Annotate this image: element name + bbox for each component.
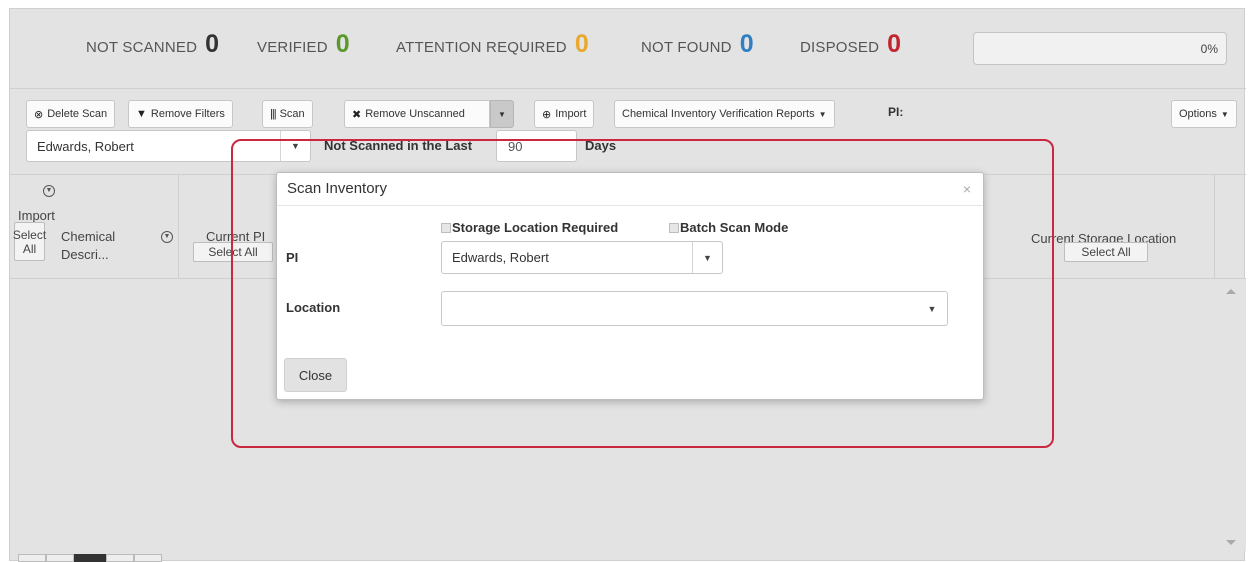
scan-progress-label: 0% xyxy=(1200,42,1218,56)
column-separator xyxy=(1214,175,1215,278)
import-label: Import xyxy=(555,108,587,120)
x-icon: ✖ xyxy=(352,108,362,121)
remove-filters-button[interactable]: ▼ Remove Filters xyxy=(128,100,233,128)
scroll-down-icon[interactable] xyxy=(1226,540,1236,545)
select-all-storage-button[interactable]: Select All xyxy=(1064,242,1148,262)
caret-down-icon: ▼ xyxy=(1220,109,1229,119)
remove-unscanned-button[interactable]: ✖ Remove Unscanned xyxy=(344,100,490,128)
stat-attention-required: ATTENTION REQUIRED 0 xyxy=(396,32,589,57)
select-all-pi-label: Select All xyxy=(208,245,258,259)
scan-button[interactable]: ||| Scan xyxy=(262,100,313,128)
remove-unscanned-dropdown[interactable]: ▼ xyxy=(490,100,514,128)
batch-scan-mode-checkbox[interactable]: Batch Scan Mode xyxy=(669,220,788,235)
filter-icon[interactable]: ▼ xyxy=(161,231,173,243)
close-button[interactable]: Close xyxy=(284,358,347,392)
options-label: Options xyxy=(1179,108,1217,120)
stat-not-found: NOT FOUND 0 xyxy=(641,32,754,57)
scan-inventory-modal: Scan Inventory × Storage Location Requir… xyxy=(276,172,984,400)
circle-x-icon: ⊗ xyxy=(34,108,44,121)
not-scanned-in-last-label: Not Scanned in the Last xyxy=(324,138,473,153)
col-chemical-label: Chemical xyxy=(61,229,116,244)
stat-verified-count: 0 xyxy=(335,30,350,58)
days-input-value: 90 xyxy=(508,138,523,154)
select-all-storage-label: Select All xyxy=(1081,245,1131,259)
pi-select[interactable]: Edwards, Robert ▼ xyxy=(26,130,311,162)
scan-progress-bar: 0% xyxy=(973,32,1227,65)
stat-attention-label: ATTENTION REQUIRED xyxy=(396,39,567,56)
delete-scan-label: Delete Scan xyxy=(47,108,108,120)
column-separator xyxy=(178,175,179,278)
all-label: All xyxy=(22,241,37,256)
pi-toolbar-label: PI: xyxy=(888,105,904,119)
stat-not-scanned-label: NOT SCANNED xyxy=(86,39,198,56)
caret-down-icon: ▼ xyxy=(692,242,722,273)
col-import-label: Import xyxy=(18,208,55,223)
storage-location-required-label: Storage Location Required xyxy=(452,220,619,235)
select-label: Select xyxy=(12,227,47,242)
caret-down-icon: ▼ xyxy=(498,109,506,119)
modal-title: Scan Inventory xyxy=(287,180,388,197)
stat-not-scanned-count: 0 xyxy=(205,30,220,58)
remove-unscanned-label: Remove Unscanned xyxy=(365,108,465,120)
upload-circle-icon: ⊕ xyxy=(542,108,552,121)
select-all-import-button[interactable]: Select All xyxy=(12,222,47,261)
filter-icon: ▼ xyxy=(136,108,147,120)
scroll-up-icon[interactable] xyxy=(1226,289,1236,294)
import-button[interactable]: ⊕ Import xyxy=(534,100,595,128)
stat-not-found-count: 0 xyxy=(739,30,754,58)
delete-scan-button[interactable]: ⊗ Delete Scan xyxy=(26,100,116,128)
days-label: Days xyxy=(585,138,617,153)
close-button-label: Close xyxy=(298,367,333,383)
scan-label: Scan xyxy=(279,108,305,120)
vertical-scrollbar[interactable] xyxy=(1217,279,1246,551)
filter-icon[interactable]: ▼ xyxy=(43,185,55,197)
batch-scan-mode-label: Batch Scan Mode xyxy=(680,220,789,235)
select-all-pi-button[interactable]: Select All xyxy=(193,242,273,262)
stat-disposed: DISPOSED 0 xyxy=(800,32,901,57)
stat-not-scanned: NOT SCANNED 0 xyxy=(86,32,219,57)
modal-location-select[interactable]: ▼ xyxy=(441,291,948,326)
reports-dropdown-button[interactable]: Chemical Inventory Verification Reports … xyxy=(614,100,835,128)
remove-filters-label: Remove Filters xyxy=(150,108,225,120)
modal-pi-value: Edwards, Robert xyxy=(452,250,549,265)
caret-down-icon: ▼ xyxy=(818,109,827,119)
stat-verified-label: VERIFIED xyxy=(257,39,328,56)
stat-disposed-count: 0 xyxy=(887,30,902,58)
reports-label: Chemical Inventory Verification Reports xyxy=(622,108,815,120)
stat-verified: VERIFIED 0 xyxy=(257,32,350,57)
status-summary-bar: NOT SCANNED 0 VERIFIED 0 ATTENTION REQUI… xyxy=(10,9,1246,89)
col-description-label: Descri... xyxy=(61,247,109,262)
modal-pi-select[interactable]: Edwards, Robert ▼ xyxy=(441,241,723,274)
checkbox-icon xyxy=(441,222,451,233)
options-dropdown-button[interactable]: Options ▼ xyxy=(1171,100,1237,128)
checkbox-icon xyxy=(669,222,679,233)
stat-attention-count: 0 xyxy=(574,30,589,58)
modal-header: Scan Inventory × xyxy=(277,173,983,206)
pi-field-label: PI xyxy=(286,250,299,265)
caret-down-icon: ▼ xyxy=(280,131,310,161)
close-icon[interactable]: × xyxy=(963,181,971,197)
location-field-label: Location xyxy=(286,300,341,315)
stat-disposed-label: DISPOSED xyxy=(800,39,880,56)
stat-not-found-label: NOT FOUND xyxy=(641,39,732,56)
barcode-icon: ||| xyxy=(270,108,277,120)
caret-down-icon: ▼ xyxy=(927,303,937,314)
days-input[interactable]: 90 xyxy=(496,130,577,162)
storage-location-required-checkbox[interactable]: Storage Location Required xyxy=(441,220,618,235)
pi-select-value: Edwards, Robert xyxy=(37,138,134,154)
